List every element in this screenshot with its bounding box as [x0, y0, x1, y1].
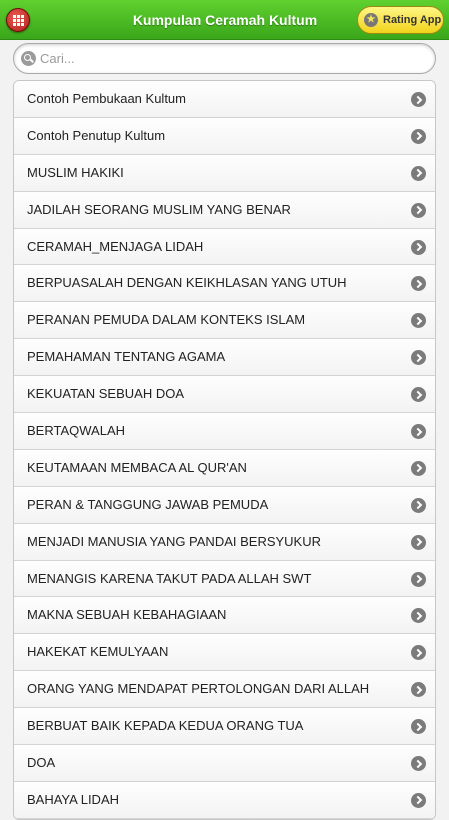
list-item[interactable]: JADILAH SEORANG MUSLIM YANG BENAR [14, 191, 435, 229]
list-item-label: BERPUASALAH DENGAN KEIKHLASAN YANG UTUH [27, 275, 347, 291]
list-item-label: PERAN & TANGGUNG JAWAB PEMUDA [27, 496, 269, 512]
chevron-right-icon [411, 460, 426, 476]
list-item[interactable]: BAHAYA LIDAH [14, 781, 435, 819]
chevron-right-icon [411, 608, 426, 624]
chevron-right-icon [411, 239, 426, 255]
list-item-label: CERAMAH_MENJAGA LIDAH [27, 238, 204, 254]
chevron-right-icon [411, 387, 426, 403]
lecture-list: Contoh Pembukaan Kultum Contoh Penutup Ku… [13, 80, 436, 820]
list-item-label: MENJADI MANUSIA YANG PANDAI BERSYUKUR [27, 533, 322, 549]
list-item[interactable]: MENJADI MANUSIA YANG PANDAI BERSYUKUR [14, 523, 435, 561]
list-item[interactable]: BERPUASALAH DENGAN KEIKHLASAN YANG UTUH [14, 265, 435, 303]
list-item[interactable]: BERTAQWALAH [14, 413, 435, 450]
list-item-label: PERANAN PEMUDA DALAM KONTEKS ISLAM [27, 312, 306, 328]
chevron-right-icon [411, 497, 426, 513]
grid-icon [12, 14, 24, 26]
list-item-label: MENANGIS KARENA TAKUT PADA ALLAH SWT [27, 570, 312, 586]
chevron-right-icon [411, 165, 426, 181]
chevron-right-icon [411, 202, 426, 218]
list-item-label: HAKEKAT KEMULYAAN [27, 644, 169, 660]
list-item[interactable]: KEUTAMAAN MEMBACA AL QUR'AN [14, 449, 435, 487]
chevron-right-icon [411, 792, 426, 808]
list-item-label: Contoh Pembukaan Kultum [27, 91, 186, 106]
list-item-label: JADILAH SEORANG MUSLIM YANG BENAR [27, 201, 291, 217]
list-item-label: BERBUAT BAIK KEPADA KEDUA ORANG TUA [27, 718, 304, 734]
star-icon: ★ [364, 13, 378, 27]
chevron-right-icon [411, 92, 426, 107]
page-title: Kumpulan Ceramah Kultum [132, 12, 318, 28]
menu-button[interactable] [6, 8, 30, 32]
list-item[interactable]: DOA [14, 745, 435, 782]
chevron-right-icon [411, 756, 426, 772]
list-item-label: ORANG YANG MENDAPAT PERTOLONGAN DARI ALL… [27, 681, 370, 697]
list-item[interactable]: Contoh Pembukaan Kultum [14, 81, 435, 118]
chevron-right-icon [411, 719, 426, 735]
list-item[interactable]: ORANG YANG MENDAPAT PERTOLONGAN DARI ALL… [14, 671, 435, 709]
rating-button-label: Rating App [383, 14, 442, 26]
list-item-label: KEUTAMAAN MEMBACA AL QUR'AN [27, 459, 247, 475]
chevron-right-icon [411, 682, 426, 698]
list-item[interactable]: PERANAN PEMUDA DALAM KONTEKS ISLAM [14, 302, 435, 340]
list-item-label: MAKNA SEBUAH KEBAHAGIAAN [27, 607, 227, 623]
chevron-right-icon [411, 350, 426, 366]
list-item-label: Contoh Penutup Kultum [27, 127, 166, 143]
chevron-right-icon [411, 571, 426, 587]
chevron-right-icon [411, 534, 426, 550]
list-item[interactable]: PERAN & TANGGUNG JAWAB PEMUDA [14, 486, 435, 524]
list-item[interactable]: MAKNA SEBUAH KEBAHAGIAAN [14, 597, 435, 635]
list-item-label: BERTAQWALAH [27, 423, 126, 439]
list-item[interactable]: BERBUAT BAIK KEPADA KEDUA ORANG TUA [14, 708, 435, 746]
list-item[interactable]: HAKEKAT KEMULYAAN [14, 634, 435, 672]
list-item-label: KEKUATAN SEBUAH DOA [27, 386, 184, 402]
list-item-label: DOA [27, 755, 56, 771]
app-header: Kumpulan Ceramah Kultum ★ Rating App [0, 0, 449, 40]
list-item[interactable]: CERAMAH_MENJAGA LIDAH [14, 228, 435, 266]
search-bar [13, 43, 436, 74]
rating-app-button[interactable]: ★ Rating App [357, 6, 444, 34]
chevron-right-icon [411, 424, 426, 440]
list-item[interactable]: PEMAHAMAN TENTANG AGAMA [14, 339, 435, 377]
list-item[interactable]: MUSLIM HAKIKI [14, 154, 435, 192]
chevron-right-icon [411, 128, 426, 144]
list-item[interactable]: Contoh Penutup Kultum [14, 117, 435, 155]
list-item[interactable]: MENANGIS KARENA TAKUT PADA ALLAH SWT [14, 560, 435, 598]
list-item-label: MUSLIM HAKIKI [27, 164, 124, 180]
chevron-right-icon [411, 645, 426, 661]
chevron-right-icon [411, 276, 426, 292]
search-input[interactable] [40, 44, 425, 73]
chevron-right-icon [411, 313, 426, 329]
search-icon [21, 51, 36, 66]
list-item-label: PEMAHAMAN TENTANG AGAMA [27, 349, 226, 365]
list-item[interactable]: KEKUATAN SEBUAH DOA [14, 376, 435, 414]
